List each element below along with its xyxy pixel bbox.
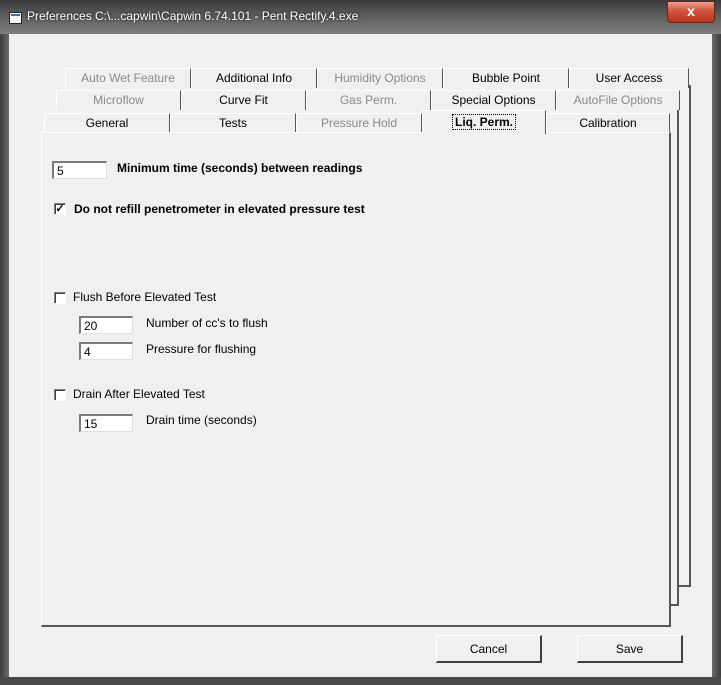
flush-label: Flush Before Elevated Test [73,290,217,304]
tab-bubble-point[interactable]: Bubble Point [443,68,569,88]
min-time-label: Minimum time (seconds) between readings [117,161,363,175]
save-button[interactable]: Save [577,635,683,663]
tab-liq-perm[interactable]: Liq. Perm. [422,110,546,134]
tab-humidity-options[interactable]: Humidity Options [317,68,443,88]
tab-microflow[interactable]: Microflow [56,90,181,110]
app-icon [9,12,22,24]
window-frame-left [0,34,9,685]
window-frame-bottom [0,677,721,685]
liq-perm-panel: 5 Minimum time (seconds) between reading… [41,132,671,627]
flush-cc-label: Number of cc's to flush [146,316,268,330]
flush-pressure-label: Pressure for flushing [146,342,257,356]
window-frame-right [712,34,721,685]
drain-checkbox[interactable] [54,389,66,401]
drain-time-label: Drain time (seconds) [146,413,257,427]
tab-additional-info[interactable]: Additional Info [191,68,317,88]
preferences-window: Preferences C:\...capwin\Capwin 6.74.101… [0,0,721,685]
no-refill-checkbox[interactable]: ✓ [54,203,66,215]
flush-pressure-input[interactable]: 4 [79,342,133,360]
tab-auto-wet-feature[interactable]: Auto Wet Feature [65,68,191,88]
tab-user-access[interactable]: User Access [569,68,689,88]
drain-label: Drain After Elevated Test [73,387,205,401]
tab-autofile-options[interactable]: AutoFile Options [556,90,680,110]
tab-tests[interactable]: Tests [170,113,296,133]
cancel-button[interactable]: Cancel [436,635,542,663]
window-title: Preferences C:\...capwin\Capwin 6.74.101… [27,9,359,23]
tab-curve-fit[interactable]: Curve Fit [181,90,306,110]
tab-gas-perm[interactable]: Gas Perm. [306,90,431,110]
drain-time-input[interactable]: 15 [79,414,133,432]
tab-special-options[interactable]: Special Options [431,90,556,110]
tab-pressure-hold[interactable]: Pressure Hold [296,113,422,133]
tab-general[interactable]: General [44,113,170,133]
flush-checkbox[interactable] [54,292,66,304]
tab-liq-perm-label: Liq. Perm. [451,114,516,130]
tab-calibration[interactable]: Calibration [546,113,670,133]
min-time-input[interactable]: 5 [52,161,107,179]
close-button[interactable]: x [667,1,715,23]
title-bar[interactable]: Preferences C:\...capwin\Capwin 6.74.101… [0,0,721,34]
no-refill-label: Do not refill penetrometer in elevated p… [74,202,365,216]
flush-cc-input[interactable]: 20 [79,316,133,334]
